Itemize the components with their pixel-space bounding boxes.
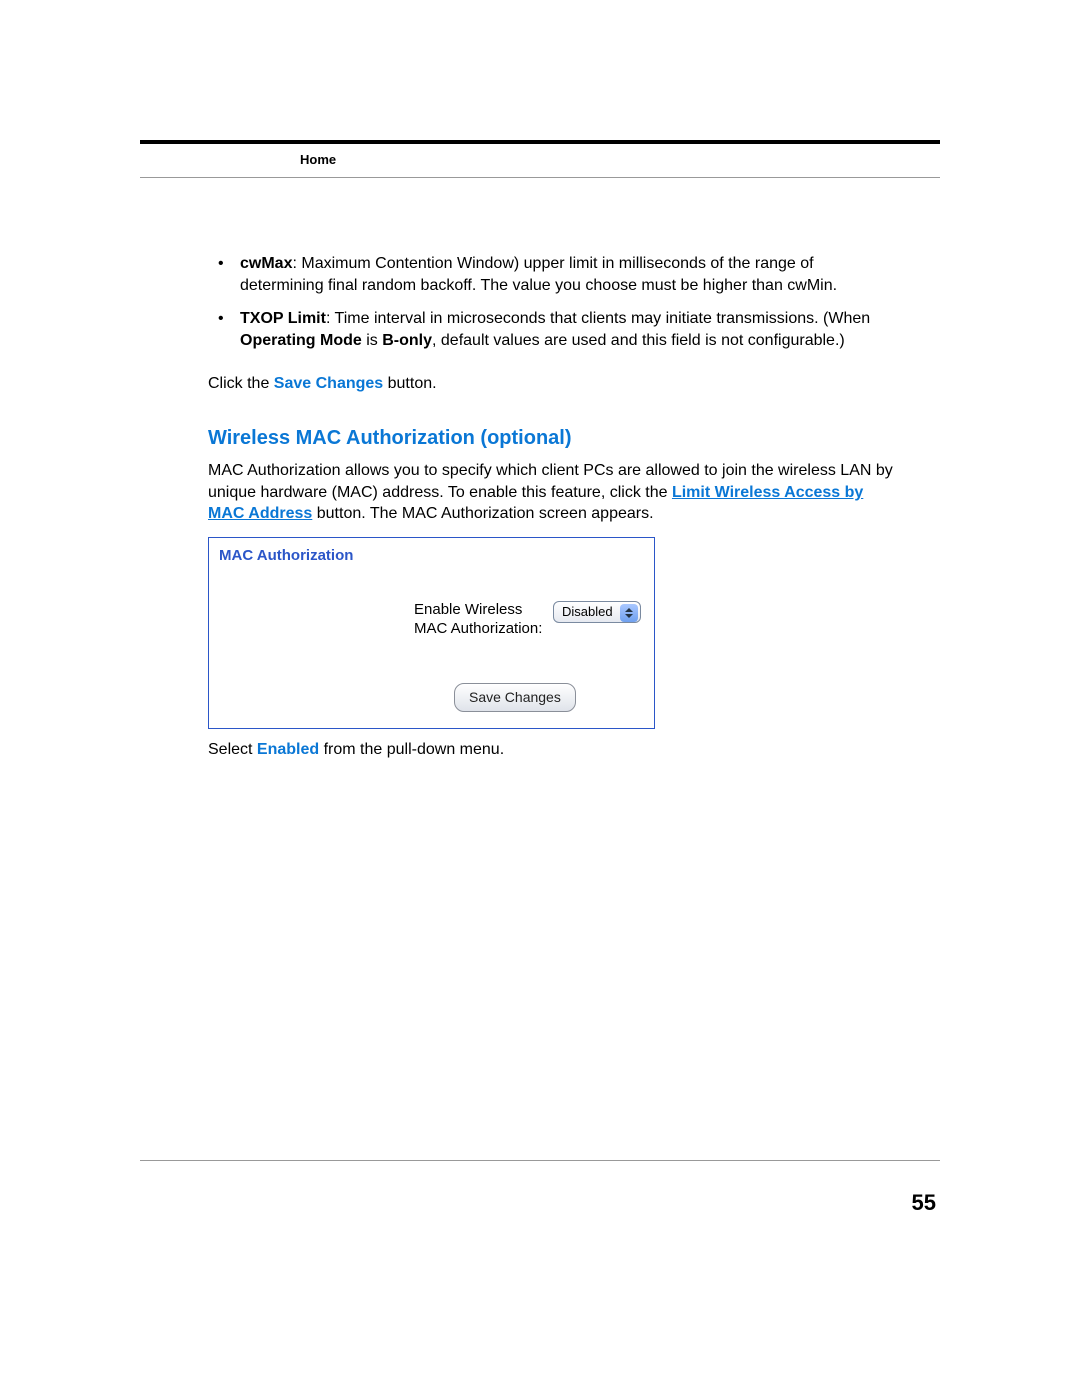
mac-auth-para: MAC Authorization allows you to specify … (208, 460, 900, 525)
click-save-para: Click the Save Changes button. (208, 373, 900, 395)
section-heading-mac-auth: Wireless MAC Authorization (optional) (208, 425, 900, 452)
label-line1: Enable Wireless (414, 601, 522, 618)
label-line2: MAC Authorization: (414, 620, 542, 637)
header-rule-thick (140, 140, 940, 144)
content-area: cwMax: Maximum Contention Window) upper … (208, 253, 900, 760)
breadcrumb: Home (140, 148, 940, 171)
enable-mac-label: Enable Wireless MAC Authorization: (414, 600, 542, 639)
header-rule-thin (140, 177, 940, 178)
button-suffix-text: button. (383, 375, 436, 392)
click-the-text: Click the (208, 375, 274, 392)
term-bonly: B-only (382, 332, 432, 349)
bullet-txop: TXOP Limit: Time interval in microsecond… (218, 308, 900, 351)
save-changes-button[interactable]: Save Changes (454, 683, 576, 712)
screenshot-title: MAC Authorization (219, 546, 353, 566)
select-enabled-para: Select Enabled from the pull-down menu. (208, 739, 900, 761)
page-number: 55 (140, 1190, 940, 1216)
term-txop: TXOP Limit (240, 310, 326, 327)
mac-auth-dropdown[interactable]: Disabled (553, 601, 641, 623)
bullet-cwmax: cwMax: Maximum Contention Window) upper … (218, 253, 900, 296)
footer-rule (140, 1160, 940, 1161)
text-cwmax: : Maximum Contention Window) upper limit… (240, 255, 837, 294)
select-a: Select (208, 741, 257, 758)
mac-para-b: button. The MAC Authorization screen app… (312, 505, 653, 522)
term-cwmax: cwMax (240, 255, 292, 272)
dropdown-value: Disabled (562, 603, 613, 621)
term-opmode: Operating Mode (240, 332, 362, 349)
select-b: from the pull-down menu. (319, 741, 504, 758)
save-changes-link[interactable]: Save Changes (274, 375, 383, 392)
mac-auth-screenshot: MAC Authorization Enable Wireless MAC Au… (208, 537, 655, 729)
enabled-link[interactable]: Enabled (257, 741, 319, 758)
text-txop-tail: , default values are used and this field… (432, 332, 845, 349)
text-txop-a: : Time interval in microseconds that cli… (326, 310, 870, 327)
text-txop-mid: is (362, 332, 382, 349)
dropdown-arrows-icon (620, 604, 638, 622)
document-page: Home cwMax: Maximum Contention Window) u… (140, 140, 940, 772)
bullet-list: cwMax: Maximum Contention Window) upper … (218, 253, 900, 351)
